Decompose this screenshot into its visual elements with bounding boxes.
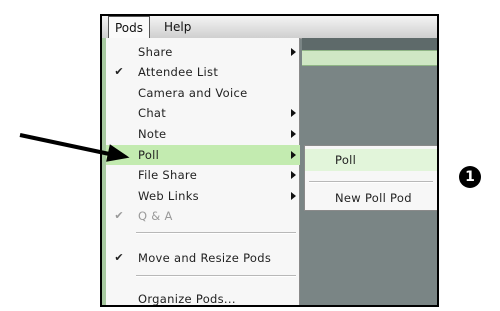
menu-pods[interactable]: Pods bbox=[108, 16, 151, 39]
workspace-header bbox=[302, 38, 437, 50]
menu-item-camera-and-voice[interactable]: Camera and Voice bbox=[106, 83, 300, 103]
menu-item-note[interactable]: Note bbox=[106, 124, 300, 144]
check-icon: ✔ bbox=[114, 209, 124, 222]
submenu-arrow-icon bbox=[291, 48, 296, 56]
menu-item-q-and-a: ✔ Q & A bbox=[106, 206, 300, 226]
menu-separator bbox=[136, 232, 296, 234]
poll-submenu: Poll New Poll Pod bbox=[304, 145, 437, 211]
pod-title-strip bbox=[302, 50, 437, 66]
menu-item-chat[interactable]: Chat bbox=[106, 103, 300, 123]
submenu-separator bbox=[309, 181, 433, 183]
menu-item-attendee-list[interactable]: ✔ Attendee List bbox=[106, 62, 300, 82]
menu-bar: Pods Help bbox=[102, 16, 437, 39]
submenu-arrow-icon bbox=[291, 130, 296, 138]
submenu-arrow-icon bbox=[291, 171, 296, 179]
pods-dropdown-menu: Share ✔ Attendee List Camera and Voice C… bbox=[102, 38, 300, 305]
submenu-arrow-icon bbox=[291, 151, 296, 159]
menu-item-poll[interactable]: Poll bbox=[106, 145, 300, 165]
menu-separator bbox=[136, 275, 296, 277]
submenu-arrow-icon bbox=[291, 109, 296, 117]
app-window: Pods Help Share ✔ Attendee List Camera a… bbox=[100, 14, 439, 307]
menu-item-organize-pods[interactable]: Organize Pods... bbox=[106, 289, 300, 305]
menu-item-share[interactable]: Share bbox=[106, 42, 300, 62]
step-number-badge: 1 bbox=[459, 166, 481, 188]
menu-item-file-share[interactable]: File Share bbox=[106, 165, 300, 185]
check-icon: ✔ bbox=[114, 251, 124, 264]
submenu-item-new-poll-pod[interactable]: New Poll Pod bbox=[305, 187, 437, 209]
submenu-arrow-icon bbox=[291, 192, 296, 200]
check-icon: ✔ bbox=[114, 65, 124, 78]
submenu-item-poll[interactable]: Poll bbox=[305, 149, 437, 171]
menu-item-move-and-resize-pods[interactable]: ✔ Move and Resize Pods bbox=[106, 248, 300, 268]
menu-item-web-links[interactable]: Web Links bbox=[106, 186, 300, 206]
menu-help[interactable]: Help bbox=[158, 16, 197, 38]
